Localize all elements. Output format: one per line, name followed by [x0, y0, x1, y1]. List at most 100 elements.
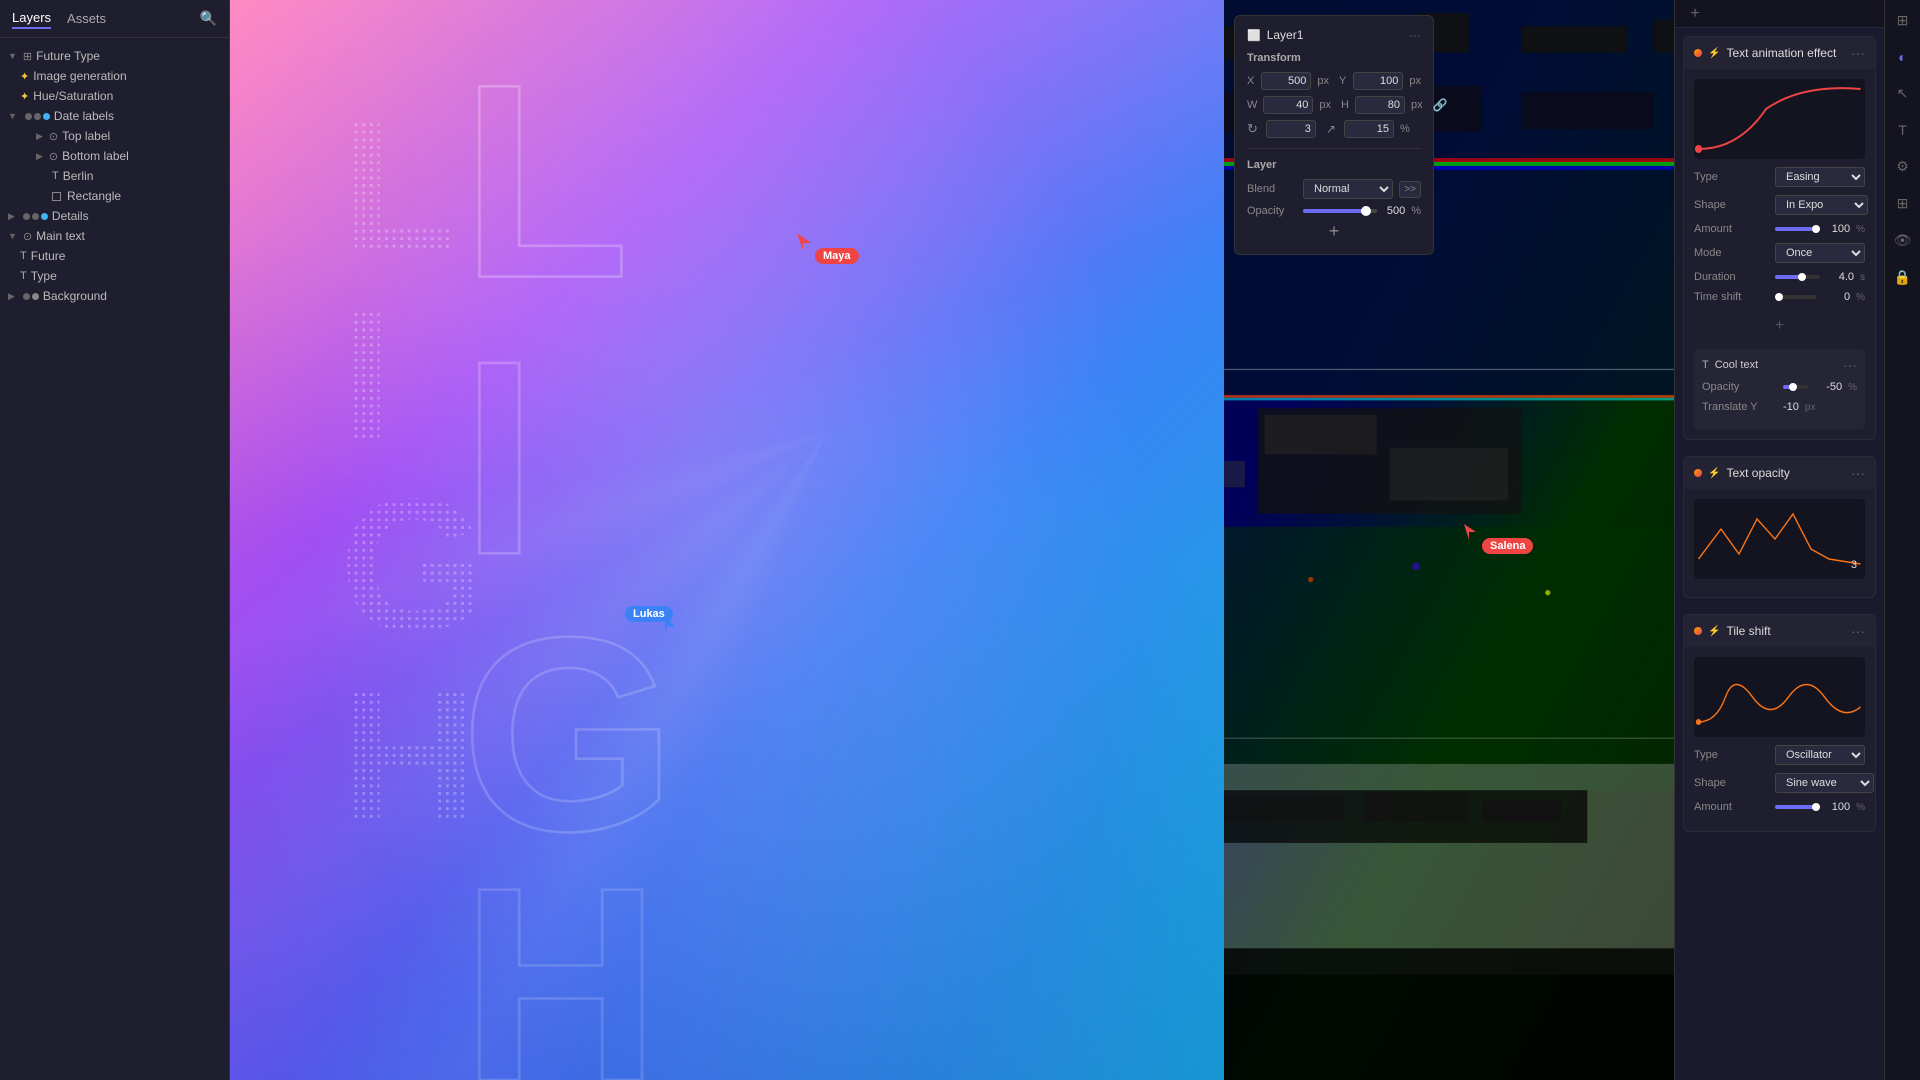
search-icon[interactable]: 🔍	[200, 10, 217, 27]
settings-icon[interactable]: ⚙	[1892, 154, 1913, 179]
cool-text-more-icon[interactable]: ···	[1843, 357, 1857, 373]
layer-name: Date labels	[54, 109, 114, 123]
layer-item[interactable]: ▶ ⊙ Bottom label	[0, 146, 229, 166]
layer-item[interactable]: ▼ Date labels	[0, 106, 229, 126]
y-unit: px	[1409, 75, 1421, 87]
color-icon[interactable]: ◐	[1894, 45, 1910, 69]
rotation-input[interactable]	[1266, 120, 1316, 138]
tile-shape-row: Shape Sine wave Square wave Triangle	[1694, 773, 1865, 793]
skew-input[interactable]	[1344, 120, 1394, 138]
layer-name: Type	[31, 269, 57, 283]
opacity-thumb	[1361, 206, 1371, 216]
tile-type-select[interactable]: Oscillator Noise	[1775, 745, 1865, 765]
cool-text-header: T Cool text ···	[1702, 357, 1857, 373]
layer-item[interactable]: ▶ Background	[0, 286, 229, 306]
tab-assets[interactable]: Assets	[67, 9, 106, 28]
layer-vis-icons	[23, 213, 48, 220]
h-input[interactable]	[1355, 96, 1405, 114]
lock-icon[interactable]: 🔒	[1890, 265, 1915, 290]
tile-shape-label: Shape	[1694, 777, 1769, 789]
type-label: Type	[1694, 171, 1769, 183]
expand-icon: ▶	[36, 131, 43, 142]
tile-shift-more-icon[interactable]: ···	[1851, 623, 1865, 639]
timeshift-thumb	[1775, 293, 1783, 301]
left-panel: Layers Assets 🔍 ▼ ⊞ Future Type ✦ Image …	[0, 0, 230, 1080]
tab-layers[interactable]: Layers	[12, 8, 51, 29]
y-label: Y	[1339, 75, 1347, 87]
cursor-icon[interactable]: ↖	[1893, 81, 1913, 106]
layer-item[interactable]: ✦ Hue/Saturation	[0, 86, 229, 106]
h-label: H	[1341, 99, 1349, 111]
layer-item[interactable]: T Berlin	[0, 166, 229, 186]
transform-section: Transform X px Y px W px H px 🔗	[1247, 52, 1421, 138]
cool-opacity-slider[interactable]	[1783, 385, 1808, 389]
right-icon-bar: ⊞ ◐ ↖ T ⚙ ⊞ 👁 🔒	[1884, 0, 1920, 1080]
layer-item[interactable]: T Future	[0, 246, 229, 266]
timeshift-slider[interactable]	[1775, 295, 1816, 299]
user-badge-salena: Salena	[1482, 538, 1533, 554]
blend-more-btn[interactable]: >>	[1399, 181, 1421, 198]
tile-shift-panel: ⚡ Tile shift ··· Type Oscillator	[1683, 614, 1876, 832]
layer-name-header: Layer1	[1267, 28, 1304, 42]
tile-shift-body: Type Oscillator Noise Shape Sine wave Sq…	[1684, 647, 1875, 831]
text-opacity-header[interactable]: ⚡ Text opacity ···	[1684, 457, 1875, 489]
text-tool-icon[interactable]: T	[1894, 118, 1911, 142]
shape-select[interactable]: In Expo Out Expo In Out Expo	[1775, 195, 1868, 215]
layer-vis-icons	[25, 113, 50, 120]
align-icon[interactable]: ⊞	[1893, 8, 1913, 33]
opacity-value: 500	[1387, 205, 1405, 217]
layer-item[interactable]: ▼ ⊞ Future Type	[0, 46, 229, 66]
add-effect-prop-btn[interactable]: +	[1694, 311, 1865, 341]
mode-select[interactable]: Once Loop Ping Pong	[1775, 243, 1865, 263]
opacity-curve-value: 3	[1851, 559, 1857, 571]
cool-opacity-row: Opacity -50 %	[1702, 381, 1857, 393]
tile-shape-select[interactable]: Sine wave Square wave Triangle	[1775, 773, 1874, 793]
w-input[interactable]	[1263, 96, 1313, 114]
layer-item[interactable]: ▼ ⊙ Main text	[0, 226, 229, 246]
text-animation-header[interactable]: ⚡ Text animation effect ···	[1684, 37, 1875, 69]
text-opacity-more-icon[interactable]: ···	[1851, 465, 1865, 481]
type-select[interactable]: Easing Spring	[1775, 167, 1865, 187]
vis-dot	[23, 293, 30, 300]
layer-item[interactable]: T Type	[0, 266, 229, 286]
rotation-row: ↻ ↗ %	[1247, 120, 1421, 138]
vis-dot	[34, 113, 41, 120]
layer-name: Background	[43, 289, 107, 303]
text-icon: T	[20, 270, 27, 282]
duration-slider[interactable]	[1775, 275, 1820, 279]
mode-label: Mode	[1694, 247, 1769, 259]
x-input[interactable]	[1261, 72, 1311, 90]
add-layer-effect-btn[interactable]: +	[1247, 221, 1421, 242]
tile-shift-title: Tile shift	[1726, 624, 1845, 638]
right-area: + ⚡ Text animation effect ··· Type	[1674, 0, 1920, 1080]
layer-item[interactable]: ▶ Details	[0, 206, 229, 226]
y-input[interactable]	[1353, 72, 1403, 90]
layer-item[interactable]: ✦ Image generation	[0, 66, 229, 86]
text-animation-panel: ⚡ Text animation effect ··· Type Easing	[1683, 36, 1876, 440]
layer-item[interactable]: Rectangle	[0, 186, 229, 206]
text-opacity-panel: ⚡ Text opacity ··· 3	[1683, 456, 1876, 598]
text-icon: T	[52, 170, 59, 182]
cool-opacity-label: Opacity	[1702, 381, 1777, 393]
blend-select[interactable]: Normal Multiply Screen	[1303, 179, 1393, 199]
anim-dot3	[1694, 627, 1702, 635]
amount-thumb	[1812, 225, 1820, 233]
expand-icon: ▶	[8, 291, 15, 302]
layer-options-icon[interactable]: ···	[1409, 28, 1421, 42]
timing-icon3: ⚡	[1708, 626, 1720, 637]
link-ratio-icon[interactable]: 🔗	[1433, 98, 1448, 112]
tile-amount-slider[interactable]	[1775, 805, 1816, 809]
tile-shift-header[interactable]: ⚡ Tile shift ···	[1684, 615, 1875, 647]
layer-item[interactable]: ▶ ⊙ Top label	[0, 126, 229, 146]
cool-opacity-thumb	[1789, 383, 1797, 391]
add-panel-btn[interactable]: +	[1683, 2, 1707, 26]
opacity-slider[interactable]	[1303, 209, 1377, 213]
amount-slider[interactable]	[1775, 227, 1816, 231]
layer-name: Details	[52, 209, 89, 223]
eye-icon[interactable]: 👁	[1890, 228, 1916, 253]
amount-fill	[1775, 227, 1816, 231]
text-animation-more-icon[interactable]: ···	[1851, 45, 1865, 61]
main-canvas[interactable]: L I G H L I G H Maya Lukas	[230, 0, 1224, 1080]
layer-name: Future Type	[36, 49, 100, 63]
grid-icon[interactable]: ⊞	[1893, 191, 1913, 216]
